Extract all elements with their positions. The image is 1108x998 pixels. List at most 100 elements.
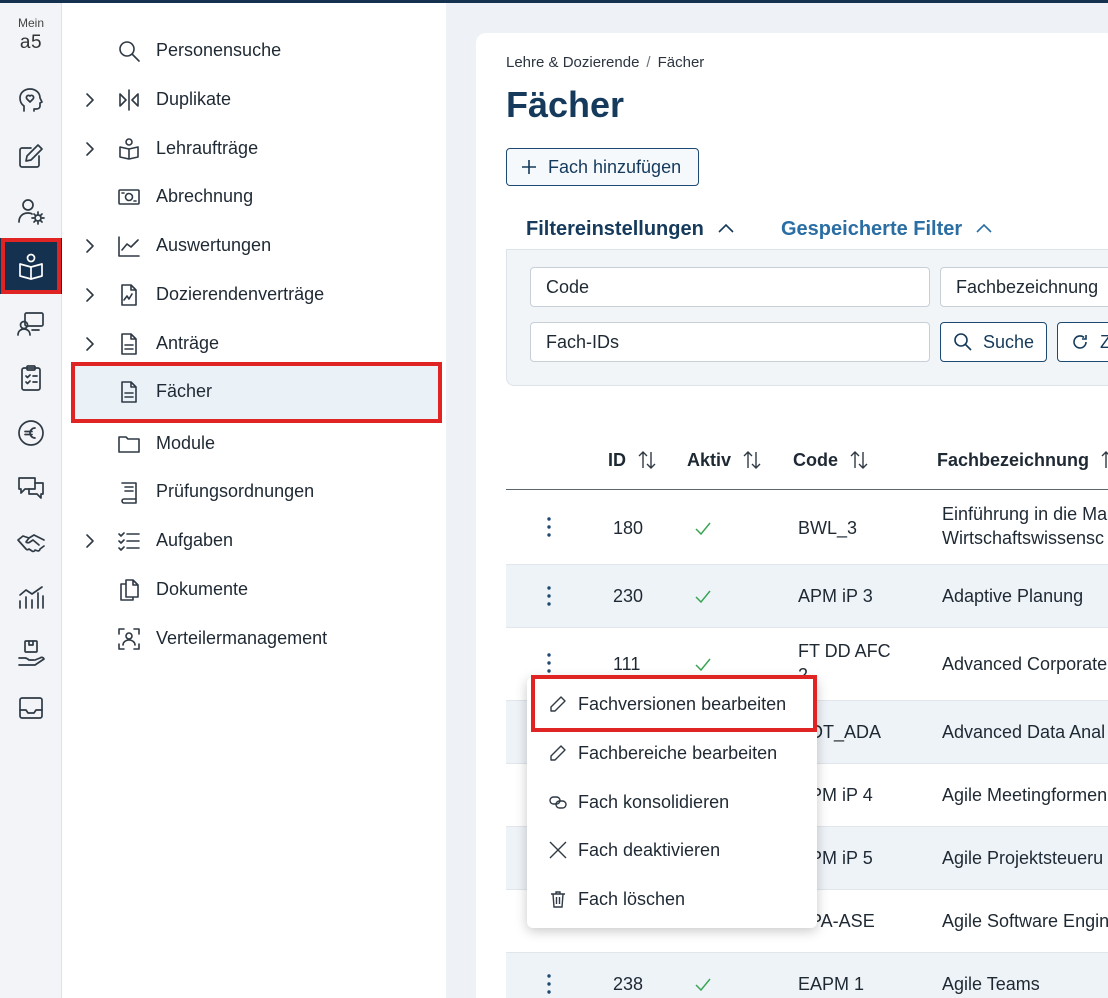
nav-item-dozierendenvertraege[interactable]: Dozierendenverträge — [62, 273, 446, 317]
column-label: Aktiv — [687, 449, 732, 470]
nav-item-abrechnung[interactable]: Abrechnung — [62, 175, 446, 219]
cell-code: EAPM 1 — [798, 974, 865, 994]
clipboard-list-icon[interactable] — [0, 350, 62, 406]
chevron-right-icon[interactable] — [80, 334, 100, 354]
column-label: Code — [793, 449, 838, 470]
nav-item-pruefungsordnungen[interactable]: Prüfungsordnungen — [62, 470, 446, 514]
reset-button-label: Zurücksetzen — [1100, 332, 1108, 353]
folder-icon — [118, 436, 140, 453]
menu-item-fach-deaktivieren[interactable]: Fach deaktivieren — [527, 826, 817, 874]
chevron-right-icon[interactable] — [80, 236, 100, 256]
sort-icon — [850, 451, 868, 469]
plus-icon — [522, 160, 536, 174]
tab-filtereinstellungen[interactable]: Filtereinstellungen — [526, 207, 736, 251]
nav-item-label: Dozierendenverträge — [156, 284, 325, 304]
column-header-code[interactable]: Code — [793, 449, 870, 471]
highlight-box-faecher — [71, 362, 442, 423]
column-header-aktiv[interactable]: Aktiv — [687, 449, 763, 471]
nav-item-antraege[interactable]: Anträge — [62, 322, 446, 366]
fach-ids-input[interactable]: Fach-IDs — [530, 322, 930, 362]
cell-code: FT DD AFC — [798, 641, 891, 661]
nav-item-label: Aufgaben — [156, 530, 234, 550]
cell-name: Advanced Data Anal — [942, 722, 1106, 742]
search-button-label: Suche — [983, 331, 1035, 352]
breadcrumb-item-lehre[interactable]: Lehre & Dozierende — [506, 54, 639, 71]
brand-top-text: Mein — [17, 16, 44, 30]
nav-item-module[interactable]: Module — [62, 422, 446, 466]
cell-id: 111 — [613, 654, 641, 674]
brand-logo[interactable]: Mein a5 — [0, 16, 62, 54]
check-icon — [695, 658, 711, 672]
nav-item-personensuche[interactable]: Personensuche — [62, 29, 446, 73]
cell-name: Agile Software Engin — [942, 911, 1108, 931]
presentation-user-icon[interactable] — [0, 295, 62, 351]
cell-id: 180 — [613, 518, 644, 538]
nav-item-aufgaben[interactable]: Aufgaben — [62, 519, 446, 563]
inbox-icon[interactable] — [0, 680, 62, 736]
menu-item-label: Fach löschen — [578, 888, 686, 909]
handshake-icon[interactable] — [0, 515, 62, 571]
chat-icon[interactable] — [0, 460, 62, 516]
check-icon — [695, 590, 711, 604]
line-chart-icon — [118, 236, 140, 257]
filter-tabs: Filtereinstellungen Gespeicherte Filter — [506, 207, 1108, 252]
compare-icon — [119, 89, 139, 111]
cell-name: Advanced Corporate — [942, 654, 1108, 674]
code-input[interactable]: Code — [530, 267, 930, 307]
menu-item-fachbereiche-bearbeiten[interactable]: Fachbereiche bearbeiten — [527, 729, 817, 777]
book-user-icon — [119, 138, 139, 160]
more-vertical-icon[interactable] — [542, 515, 556, 539]
column-label: Fachbezeichnung — [937, 449, 1090, 470]
menu-item-label: Fach konsolidieren — [578, 791, 730, 812]
column-header-id[interactable]: ID — [608, 449, 658, 471]
cell-name-line2: Wirtschaftswissensc — [942, 528, 1105, 548]
chevron-right-icon[interactable] — [80, 285, 100, 305]
page-title: Fächer — [506, 84, 625, 125]
nav-item-label: Verteilermanagement — [156, 628, 328, 648]
highlight-box-fachversionen — [531, 675, 817, 732]
more-vertical-icon[interactable] — [542, 972, 556, 996]
teaching-book-icon[interactable] — [0, 238, 62, 294]
tab-label: Filtereinstellungen — [526, 217, 704, 240]
nav-item-duplikate[interactable]: Duplikate — [62, 78, 446, 122]
merge-icon — [549, 796, 567, 809]
table-row[interactable]: 230 APM iP 3 Adaptive Planung — [506, 565, 1108, 628]
add-subject-button[interactable]: Fach hinzufügen — [506, 148, 699, 186]
menu-item-fach-loeschen[interactable]: Fach löschen — [527, 875, 817, 923]
menu-item-label: Fach deaktivieren — [578, 839, 721, 860]
nav-item-verteilermanagement[interactable]: Verteilermanagement — [62, 617, 446, 661]
column-label: ID — [608, 449, 626, 470]
euro-icon[interactable] — [0, 405, 62, 461]
nav-item-label: Anträge — [156, 333, 220, 353]
reset-button[interactable]: Zurücksetzen — [1057, 322, 1108, 362]
breadcrumb-item-faecher: Fächer — [657, 54, 705, 71]
sort-icon — [1101, 451, 1108, 468]
nav-item-dokumente[interactable]: Dokumente — [62, 568, 446, 612]
head-heart-icon[interactable] — [0, 73, 62, 129]
nav-item-auswertungen[interactable]: Auswertungen — [62, 224, 446, 268]
table-row[interactable]: 180 BWL_3 Einführung in die Ma Wirtschaf… — [506, 491, 1108, 565]
sort-icon — [638, 451, 656, 469]
chart-icon[interactable] — [0, 570, 62, 626]
more-vertical-icon[interactable] — [542, 651, 556, 675]
cell-id: 238 — [613, 974, 644, 994]
edit-icon[interactable] — [0, 128, 62, 184]
checklist-icon — [118, 532, 140, 551]
nav-item-lehrauftraege[interactable]: Lehraufträge — [62, 127, 446, 171]
chevron-right-icon[interactable] — [80, 90, 100, 110]
column-header-fachbezeichnung[interactable]: Fachbezeichnung — [937, 449, 1108, 471]
chevron-up-icon — [976, 223, 992, 233]
hand-box-icon[interactable] — [0, 625, 62, 681]
table-row[interactable]: 238 EAPM 1 Agile Teams — [506, 953, 1108, 998]
chevron-right-icon[interactable] — [80, 139, 100, 159]
add-subject-label: Fach hinzufügen — [548, 156, 682, 177]
search-button[interactable]: Suche — [940, 322, 1047, 362]
trash-icon — [551, 891, 565, 908]
refresh-icon — [1073, 335, 1087, 349]
tab-gespeicherte-filter[interactable]: Gespeicherte Filter — [781, 207, 994, 251]
chevron-right-icon[interactable] — [80, 531, 100, 551]
menu-item-fach-konsolidieren[interactable]: Fach konsolidieren — [527, 778, 817, 826]
fachbezeichnung-input[interactable]: Fachbezeichnung — [940, 267, 1108, 307]
user-settings-icon[interactable] — [0, 183, 62, 239]
more-vertical-icon[interactable] — [542, 584, 556, 608]
